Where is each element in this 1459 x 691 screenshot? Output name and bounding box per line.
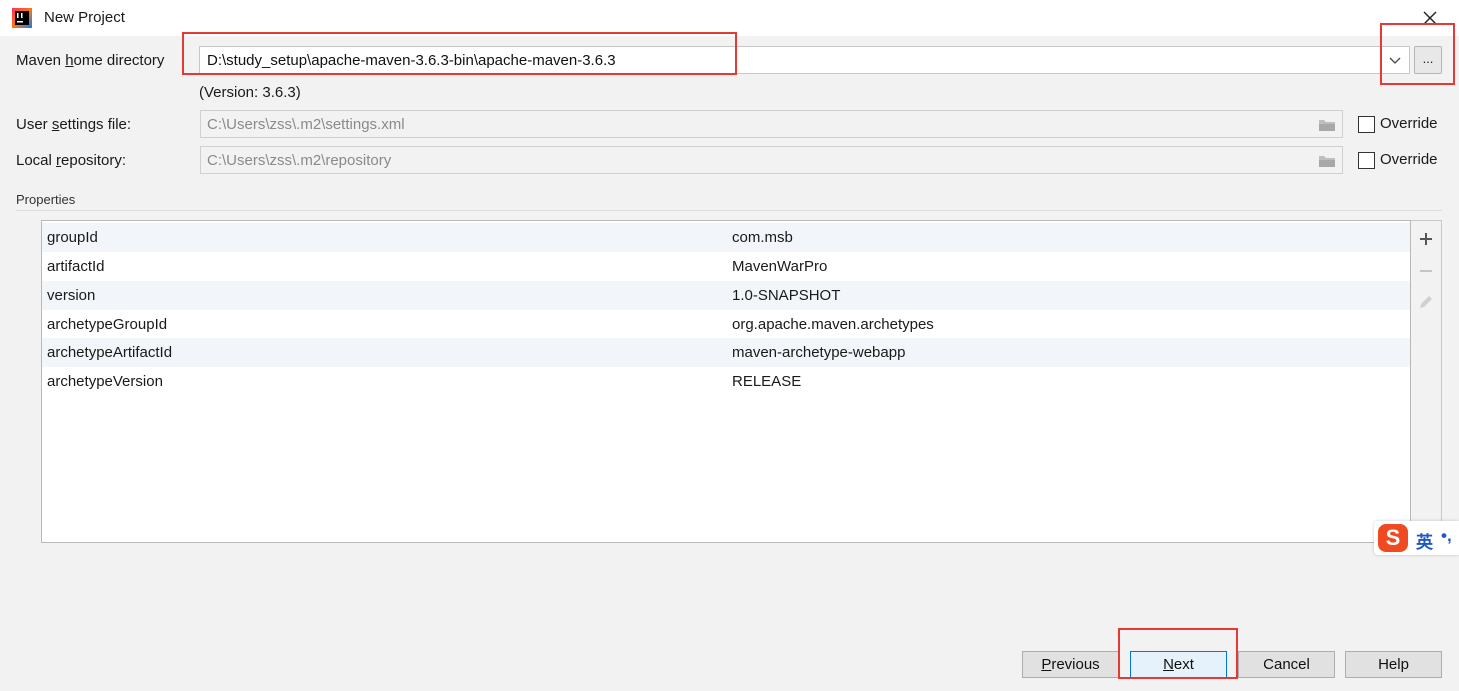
plus-icon[interactable] (1417, 230, 1435, 248)
property-key: archetypeGroupId (47, 316, 168, 333)
folder-icon (1319, 156, 1335, 167)
user-settings-label: User settings file: (16, 116, 132, 133)
close-icon[interactable] (1418, 6, 1442, 30)
table-row[interactable]: version 1.0-SNAPSHOT (42, 281, 1410, 310)
property-value[interactable]: com.msb (732, 229, 793, 246)
properties-section-label: Properties (16, 192, 76, 207)
properties-table: groupId com.msb artifactId MavenWarPro v… (41, 220, 1411, 543)
property-value[interactable]: org.apache.maven.archetypes (732, 316, 934, 333)
table-row[interactable]: groupId com.msb (42, 223, 1410, 252)
chevron-down-icon[interactable] (1381, 47, 1409, 73)
property-value[interactable]: maven-archetype-webapp (732, 344, 905, 361)
ime-punctuation[interactable]: •, (1441, 526, 1452, 546)
maven-version-text: (Version: 3.6.3) (199, 84, 301, 101)
property-value[interactable]: RELEASE (732, 373, 801, 390)
local-repository-override-checkbox[interactable] (1358, 152, 1375, 169)
property-key: version (47, 287, 96, 304)
local-repository-field: C:\Users\zss\.m2\repository (200, 146, 1343, 174)
table-row[interactable]: artifactId MavenWarPro (42, 252, 1410, 281)
maven-home-value[interactable]: D:\study_setup\apache-maven-3.6.3-bin\ap… (207, 52, 616, 69)
pencil-icon[interactable] (1417, 293, 1435, 311)
intellij-app-icon (12, 8, 32, 28)
ime-language[interactable]: 英 (1416, 528, 1433, 553)
property-value[interactable]: 1.0-SNAPSHOT (732, 287, 840, 304)
property-key: artifactId (47, 258, 105, 275)
table-row[interactable]: archetypeArtifactId maven-archetype-weba… (42, 338, 1410, 367)
local-repository-value: C:\Users\zss\.m2\repository (207, 152, 392, 169)
table-row[interactable]: archetypeGroupId org.apache.maven.archet… (42, 310, 1410, 339)
cancel-button[interactable]: Cancel (1238, 651, 1335, 678)
user-settings-override-checkbox[interactable] (1358, 116, 1375, 133)
local-repository-override-label[interactable]: Override (1380, 151, 1438, 168)
local-repository-label: Local repository: (16, 152, 127, 169)
sogou-logo-icon: S (1378, 524, 1408, 552)
window-title: New Project (44, 9, 125, 26)
maven-home-label: Maven home directory (16, 52, 165, 69)
property-key: archetypeVersion (47, 373, 163, 390)
user-settings-value: C:\Users\zss\.m2\settings.xml (207, 116, 405, 133)
title-bar: New Project (0, 0, 1459, 36)
help-button[interactable]: Help (1345, 651, 1442, 678)
properties-separator (16, 210, 1442, 211)
user-settings-override-label[interactable]: Override (1380, 115, 1438, 132)
previous-button[interactable]: Previous (1022, 651, 1119, 678)
table-row[interactable]: archetypeVersion RELEASE (42, 367, 1410, 396)
properties-toolbar (1411, 220, 1442, 543)
next-button[interactable]: Next (1130, 651, 1227, 678)
minus-icon[interactable] (1417, 262, 1435, 280)
property-key: archetypeArtifactId (47, 344, 173, 361)
maven-home-combobox[interactable]: D:\study_setup\apache-maven-3.6.3-bin\ap… (199, 46, 1410, 74)
browse-maven-home-button[interactable]: ... (1414, 46, 1442, 74)
property-value[interactable]: MavenWarPro (732, 258, 827, 275)
property-key: groupId (47, 229, 98, 246)
ime-indicator[interactable]: S 英 •, (1374, 521, 1459, 555)
user-settings-field: C:\Users\zss\.m2\settings.xml (200, 110, 1343, 138)
folder-icon (1319, 120, 1335, 131)
